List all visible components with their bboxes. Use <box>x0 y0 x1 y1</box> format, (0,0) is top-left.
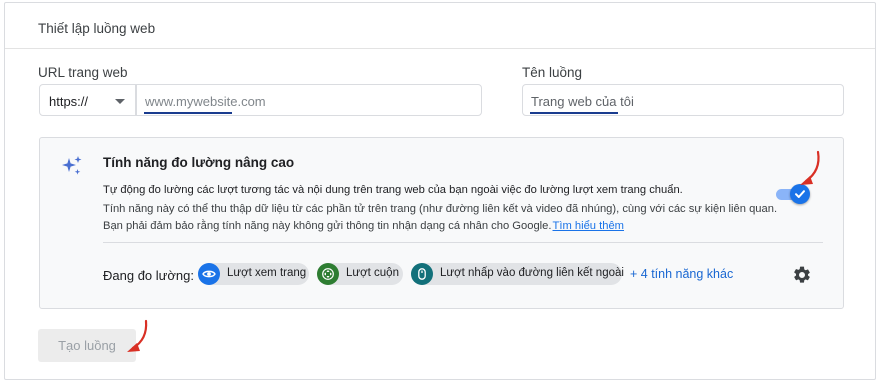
more-features-link[interactable]: + 4 tính năng khác <box>630 267 733 281</box>
chip-label: Lượt cuộn <box>346 267 399 279</box>
eye-icon <box>198 263 220 285</box>
description-text: Tính năng này có thể thu thập dữ liệu từ… <box>103 203 778 232</box>
stream-name-placeholder: Trang web của tôi <box>531 94 634 109</box>
annotation-arrow-icon <box>800 150 820 185</box>
highlight-underline <box>530 112 618 114</box>
protocol-select[interactable]: https:// <box>39 84 136 116</box>
annotation-arrow-icon <box>127 319 148 352</box>
enhanced-measurement-summary: Tự động đo lường các lượt tương tác và n… <box>103 184 683 196</box>
divider <box>103 242 823 243</box>
protocol-value: https:// <box>49 94 89 109</box>
chip-label: Lượt xem trang <box>227 267 307 279</box>
chip-label: Lượt nhấp vào đường liên kết ngoài <box>440 267 624 279</box>
website-url-placeholder: www.mywebsite.com <box>145 94 266 109</box>
website-url-input[interactable]: www.mywebsite.com <box>136 84 482 116</box>
chip-outbound-clicks: Lượt nhấp vào đường liên kết ngoài <box>411 263 624 285</box>
enhanced-measurement-title: Tính năng đo lường nâng cao <box>103 155 295 170</box>
highlight-underline <box>144 112 232 114</box>
stream-name-label: Tên luồng <box>522 65 583 80</box>
chip-page-views: Lượt xem trang <box>198 263 309 285</box>
enhanced-measurement-description: Tính năng này có thể thu thập dữ liệu từ… <box>103 201 783 235</box>
enhanced-measurement-panel: Tính năng đo lường nâng cao Tự động đo l… <box>39 137 844 309</box>
learn-more-link[interactable]: Tìm hiểu thêm <box>553 220 625 232</box>
card-title: Thiết lập luồng web <box>38 21 156 36</box>
scroll-icon <box>317 263 339 285</box>
measuring-label: Đang đo lường: <box>103 268 194 283</box>
chip-scrolls: Lượt cuộn <box>317 263 403 285</box>
caret-down-icon <box>115 99 125 104</box>
gear-icon[interactable] <box>792 265 812 285</box>
stream-name-input[interactable]: Trang web của tôi <box>522 84 844 116</box>
website-url-label: URL trang web <box>38 65 128 80</box>
mouse-icon <box>411 263 433 285</box>
sparkle-icon <box>62 156 82 175</box>
divider <box>5 48 875 49</box>
